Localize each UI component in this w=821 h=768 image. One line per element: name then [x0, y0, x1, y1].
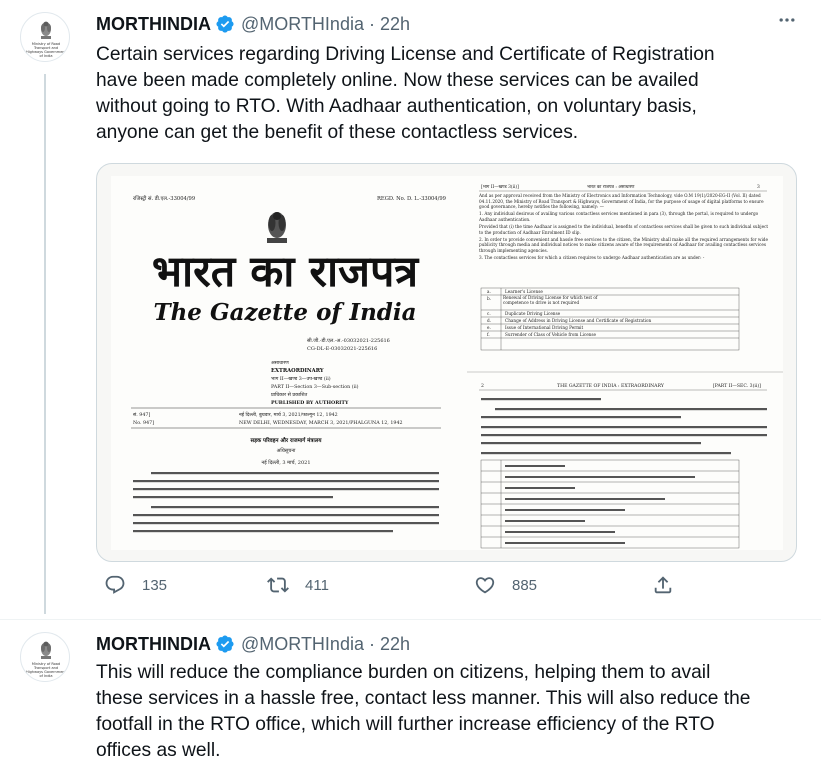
gazette-right-para: 1. Any individual desirous of availing v…	[479, 211, 759, 222]
like-icon	[475, 577, 495, 594]
gazette-date-hindi: नई दिल्ली, बुधवार, मार्च 3, 2021/फाल्गुन…	[239, 411, 338, 418]
tweet-actions: 135 411 885	[96, 574, 672, 598]
gazette-body-text	[133, 472, 439, 533]
attached-image[interactable]: रजिस्ट्री सं. डी.एल.-33004/99 REGD. No. …	[96, 163, 797, 562]
tweet-text: This will reduce the compliance burden o…	[96, 660, 801, 764]
emblem-icon	[41, 641, 51, 659]
like-button[interactable]: 885	[474, 574, 537, 596]
share-icon	[654, 576, 672, 594]
gazette-extra-english: EXTRAORDINARY	[271, 368, 324, 374]
gazette-cg-hindi: सी.जी.-डी.एल.-अ.-03032021-225616	[307, 337, 390, 344]
gazette-right-head-mid: भारत का राजपत्र : असाधारण	[587, 185, 635, 190]
gazette-right-para: 2. In order to provide convenient and ha…	[479, 236, 768, 253]
gazette-place-date: नई दिल्ली, 3 मार्च, 2021	[261, 459, 310, 466]
tweet-text-line: have been made completely online. Now th…	[96, 70, 699, 91]
avatar-caption: Ministry of Road Transport and Highways …	[26, 662, 66, 678]
retweet-count: 411	[305, 576, 329, 594]
tweet-text-line: without going to RTO. With Aadhaar authe…	[96, 96, 697, 117]
gazette-emblem-icon	[267, 212, 287, 243]
service-num: b.	[487, 296, 491, 301]
gazette-extra-hindi: असाधारण	[271, 360, 289, 366]
service-text: Renewal of Driving License for which tes…	[503, 295, 598, 305]
tweet-text: Certain services regarding Driving Licen…	[96, 42, 801, 146]
service-text: Surrender of Class of Vehicle from Licen…	[505, 332, 597, 337]
share-button[interactable]	[652, 574, 674, 596]
reply-button[interactable]: 135	[104, 574, 167, 596]
user-handle[interactable]: @MORTHIndia	[241, 634, 364, 655]
gazette-no-english: No. 947]	[133, 420, 154, 426]
gazette-title-english: The Gazette of India	[153, 299, 416, 326]
avatar[interactable]: Ministry of Road Transport and Highways …	[20, 12, 70, 62]
tweet-1[interactable]: Ministry of Road Transport and Highways …	[0, 0, 821, 620]
tweet-text-line: This will reduce the compliance burden o…	[96, 662, 711, 683]
gazette-notif-hindi: अधिसूचना	[277, 447, 297, 454]
service-text: Learner's License	[505, 289, 543, 294]
emblem-icon	[41, 21, 51, 39]
display-name[interactable]: MORTHINDIA	[96, 634, 211, 655]
timestamp[interactable]: 22h	[380, 634, 410, 655]
gazette-date-english: NEW DELHI, WEDNESDAY, MARCH 3, 2021/PHAL…	[239, 420, 403, 426]
service-num: e.	[487, 325, 491, 330]
tweet-header: MORTHINDIA @MORTHIndia · 22h	[96, 632, 410, 656]
gazette-title-hindi: भारत का राजपत्र	[152, 247, 421, 297]
gazette-right-head-page: 3	[757, 185, 760, 190]
avatar-caption: Ministry of Road Transport and Highways …	[26, 42, 66, 58]
separator-dot: ·	[368, 633, 375, 654]
gazette-lower-mid: THE GAZETTE OF INDIA : EXTRAORDINARY	[557, 383, 665, 389]
gazette-lower-hindi-text	[481, 398, 767, 455]
separator-dot: ·	[368, 13, 375, 34]
user-handle[interactable]: @MORTHIndia	[241, 14, 364, 35]
retweet-button[interactable]: 411	[267, 574, 329, 596]
tweet-text-line: these services in a hassle free, contact…	[96, 688, 751, 709]
gazette-reg-right: REGD. No. D. L.-33004/99	[377, 196, 446, 202]
gazette-right-para: And as per approval received from the Mi…	[479, 193, 764, 210]
like-count: 885	[512, 576, 538, 594]
reply-count: 135	[142, 576, 168, 594]
reply-icon	[105, 575, 125, 594]
gazette-cg-english: CG-DL-E-03032021-225616	[307, 346, 377, 352]
service-num: a.	[487, 289, 491, 294]
gazette-reg-left: रजिस्ट्री सं. डी.एल.-33004/99	[133, 195, 195, 202]
gazette-services-table-hindi	[480, 459, 740, 549]
gazette-no-hindi: सं. 947]	[133, 412, 150, 418]
gazette-scan: रजिस्ट्री सं. डी.एल.-33004/99 REGD. No. …	[111, 176, 783, 550]
gazette-right-para: 3. The contactless services for which a …	[479, 254, 705, 260]
timestamp[interactable]: 22h	[380, 14, 410, 35]
display-name[interactable]: MORTHINDIA	[96, 14, 211, 35]
gazette-lower-num: 2	[481, 383, 484, 389]
retweet-icon	[267, 577, 289, 593]
gazette-page-left: रजिस्ट्री सं. डी.एल.-33004/99 REGD. No. …	[131, 195, 446, 533]
gazette-part-hindi: भाग II—खण्ड 3—उप-खण्ड (ii)	[271, 375, 331, 382]
verified-badge-icon	[216, 15, 234, 33]
tweet-header: MORTHINDIA @MORTHIndia · 22h	[96, 12, 410, 36]
tweet-2[interactable]: Ministry of Road Transport and Highways …	[0, 620, 821, 768]
service-text: Issue of International Driving Permit	[505, 325, 584, 330]
gazette-page-right: [भाग II—खण्ड 3(ii)] भारत का राजपत्र : अस…	[467, 185, 783, 549]
tweet-text-line: footfall in the RTO office, which will f…	[96, 714, 715, 735]
tweet-text-line: offices as well.	[96, 740, 221, 761]
gazette-part-english: PART II—Section 3—Sub-section (ii)	[271, 383, 359, 390]
gazette-lower-right: [PART II—SEC. 3(ii)]	[713, 382, 761, 389]
service-num: f.	[487, 332, 490, 337]
service-num: d.	[487, 318, 491, 323]
service-text: Duplicate Driving License	[505, 311, 561, 316]
tweet-text-line: Certain services regarding Driving Licen…	[96, 44, 715, 65]
gazette-right-head-left: [भाग II—खण्ड 3(ii)]	[481, 185, 519, 190]
more-icon[interactable]	[777, 10, 797, 30]
tweet-text-line: anyone can get the benefit of these cont…	[96, 122, 579, 143]
gazette-services-table-en: a. Learner's License b. Renewal of Drivi…	[480, 287, 740, 351]
gazette-ministry-hindi: सड़क परिवहन और राजमार्ग मंत्रालय	[249, 437, 322, 444]
gazette-auth-hindi: प्राधिकार से प्रकाशित	[271, 391, 308, 398]
gazette-right-para: Provided that (i) the time Aadhaar is as…	[479, 223, 769, 235]
avatar[interactable]: Ministry of Road Transport and Highways …	[20, 632, 70, 682]
gazette-auth-english: PUBLISHED BY AUTHORITY	[271, 400, 349, 406]
verified-badge-icon	[216, 635, 234, 653]
service-num: c.	[487, 311, 491, 316]
service-text: Change of Address in Driving License and…	[505, 318, 652, 323]
